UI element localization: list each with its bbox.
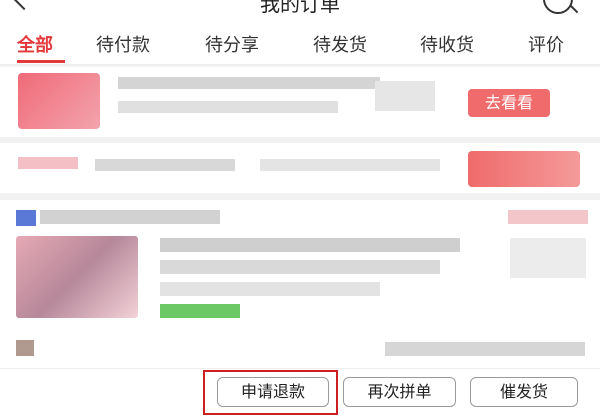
tab-pending-share[interactable]: 待分享 (205, 31, 259, 57)
blurred-tag (160, 304, 240, 318)
product-thumbnail (16, 236, 138, 318)
order-card (0, 143, 600, 193)
highlight-box (203, 370, 338, 415)
blurred-text (385, 342, 585, 356)
blurred-text (18, 157, 78, 169)
reorder-group-button[interactable]: 再次拼单 (343, 377, 456, 407)
blurred-text (508, 210, 588, 224)
page-title: 我的订单 (260, 0, 340, 16)
urge-shipment-button[interactable]: 催发货 (470, 377, 578, 407)
blurred-text (118, 77, 380, 89)
blurred-text (95, 159, 235, 171)
active-tab-indicator (17, 60, 65, 63)
top-navigation-bar: 我的订单 (0, 0, 600, 22)
blurred-text (160, 260, 440, 274)
blurred-text (118, 101, 338, 113)
blurred-button (468, 151, 580, 187)
blurred-text (160, 282, 380, 296)
blurred-avatar (16, 340, 34, 356)
tab-pending-payment[interactable]: 待付款 (96, 31, 150, 57)
blurred-text (160, 238, 460, 252)
blurred-text (375, 81, 435, 111)
tab-all[interactable]: 全部 (17, 31, 53, 57)
blurred-text (260, 159, 440, 171)
blurred-text (40, 210, 220, 224)
divider (0, 368, 600, 369)
order-status-tabs: 全部 待付款 待分享 待发货 待收货 评价 (0, 22, 600, 65)
shop-icon (16, 210, 36, 226)
view-button[interactable]: 去看看 (468, 89, 550, 117)
tab-pending-shipment[interactable]: 待发货 (313, 31, 367, 57)
tab-pending-receipt[interactable]: 待收货 (420, 31, 474, 57)
blurred-price (510, 238, 586, 278)
product-thumbnail (18, 73, 100, 129)
tab-review[interactable]: 评价 (528, 31, 564, 57)
order-card: 去看看 (0, 67, 600, 137)
